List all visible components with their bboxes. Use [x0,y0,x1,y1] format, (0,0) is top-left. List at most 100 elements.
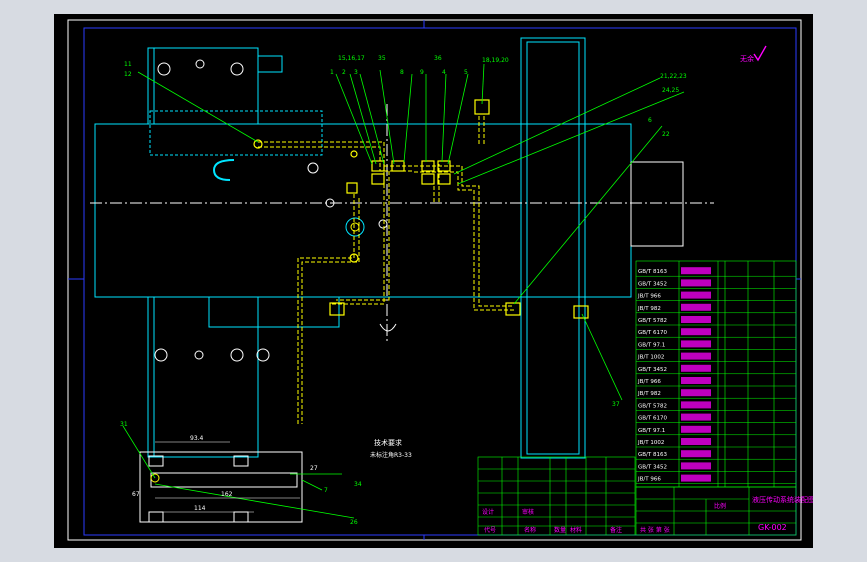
bom-row-name-block [681,364,711,372]
scale-label: 比例 [714,502,726,510]
bottom-arc [379,323,397,332]
cross-mark [345,217,365,237]
bom-row-name-block [681,474,711,482]
bom-row-code: GB/T 8163 [638,269,667,275]
bom-row-code: GB/T 8163 [638,452,667,458]
label-15-17: 15,16,17 [338,55,365,62]
bom-row-name-block [681,462,711,470]
piping-group [258,114,514,424]
main-beam [94,123,632,298]
bom-row-name-block [681,413,711,421]
check-mark-icon [753,45,767,62]
cross-mark [378,219,388,229]
bom-row-name-block [681,389,711,397]
dimension-d5: 67 [132,491,140,498]
bom-row-code: GB/T 6170 [638,330,667,336]
bom-row-code: JB/T 966 [637,379,661,385]
label-31: 31 [120,421,128,428]
bom-row-code: GB/T 97.1 [638,428,665,434]
material-col-header: 材料 [570,526,582,534]
bom-row-code: GB/T 5782 [638,318,667,324]
label-9: 9 [420,69,424,76]
bolt-hole [194,350,204,360]
label-36: 36 [434,55,442,62]
bom-row-code: JB/T 1002 [637,440,664,446]
bom-row-code: JB/T 982 [637,391,661,397]
code-col-header: 代号 [484,526,496,534]
bom-row-name-block [681,303,711,311]
drawing-number: GK-002 [758,523,787,532]
bom-row-name-block [681,316,711,323]
bracket-tab [148,511,164,523]
label-left-top: 11 [124,61,132,68]
label-6: 6 [648,117,652,124]
dimension-d2: 162 [221,491,233,498]
bolt-hole [195,59,205,69]
bom-row-code: JB/T 982 [637,306,661,312]
label-26: 26 [350,519,358,526]
leader-lines [122,63,685,519]
designer-label: 设计 [482,508,494,516]
bom-row-code: GB/T 5782 [638,403,667,409]
right-column-inner [526,41,580,455]
lower-mount-plate [147,296,259,458]
top-mount-plate [147,47,259,125]
note-col-header: 备注 [610,526,622,534]
label-7: 7 [324,487,328,494]
label-5: 5 [464,69,468,76]
bolt-hole [154,348,168,362]
dimension-d4: 27 [310,465,318,472]
qty-col-header: 数量 [554,526,566,534]
cross-mark [350,222,360,232]
label-2: 2 [342,69,346,76]
label-group: 22 [662,131,670,138]
label-37: 37 [612,401,620,408]
right-column [520,37,586,459]
bom-row-name-block [681,377,711,384]
bom-row-name-block [681,279,711,287]
drawing-name: 液压传动系统装配图 [752,495,813,504]
bom-row-code: GB/T 3452 [638,367,667,373]
label-8: 8 [400,69,404,76]
bom-row-name-block [681,291,711,299]
dimension-d3: 114 [194,505,206,512]
bom-row-code: JB/T 966 [637,477,661,483]
bolt-hole [256,348,270,362]
cad-viewport[interactable]: 无余 11 12 15,16,17 35 36 18,19,20 1 2 3 8… [54,14,813,548]
label-18-20: 18,19,20 [482,57,509,64]
bom-row-name-block [681,401,711,409]
assembly-drawing: 无余 11 12 15,16,17 35 36 18,19,20 1 2 3 8… [67,19,813,541]
bom-row-code: JB/T 1002 [637,355,664,361]
label-21-23: 21,22,23 [660,73,687,80]
bom-row-code: GB/T 3452 [638,281,667,287]
bolt-hole [230,62,244,76]
bom-row-name-block [681,340,711,348]
check-label: 审核 [522,508,534,516]
bom-row-name-block [681,352,711,360]
tech-notes-line: 未标注角R3-33 [370,451,412,459]
sheet-label: 共 张 第 张 [640,526,670,534]
bom-row-code: GB/T 6170 [638,416,667,422]
arc-pipe [212,159,235,181]
plate-tab [257,55,283,73]
bom-row-code: GB/T 3452 [638,464,667,470]
label-34: 34 [354,481,362,488]
bom-row-code: JB/T 966 [637,294,661,300]
cross-mark [307,162,319,174]
lower-slot [208,296,340,328]
bom-row-code: GB/T 97.1 [638,342,665,348]
label-1: 1 [330,69,334,76]
fittings [253,99,589,319]
beam-inner-dashed [149,110,323,156]
bolt-hole [230,348,244,362]
bolt-hole [157,62,171,76]
name-col-header: 名称 [524,526,536,534]
bom-row-name-block [681,425,711,433]
bottom-bracket-slot [150,472,298,488]
bom-row-name-block [681,450,711,458]
right-bracket [630,161,684,247]
tech-notes-title: 技术要求 [374,438,402,447]
note-label: 无余 [740,54,754,63]
label-3: 3 [354,69,358,76]
bom-row-name-block [681,438,711,445]
